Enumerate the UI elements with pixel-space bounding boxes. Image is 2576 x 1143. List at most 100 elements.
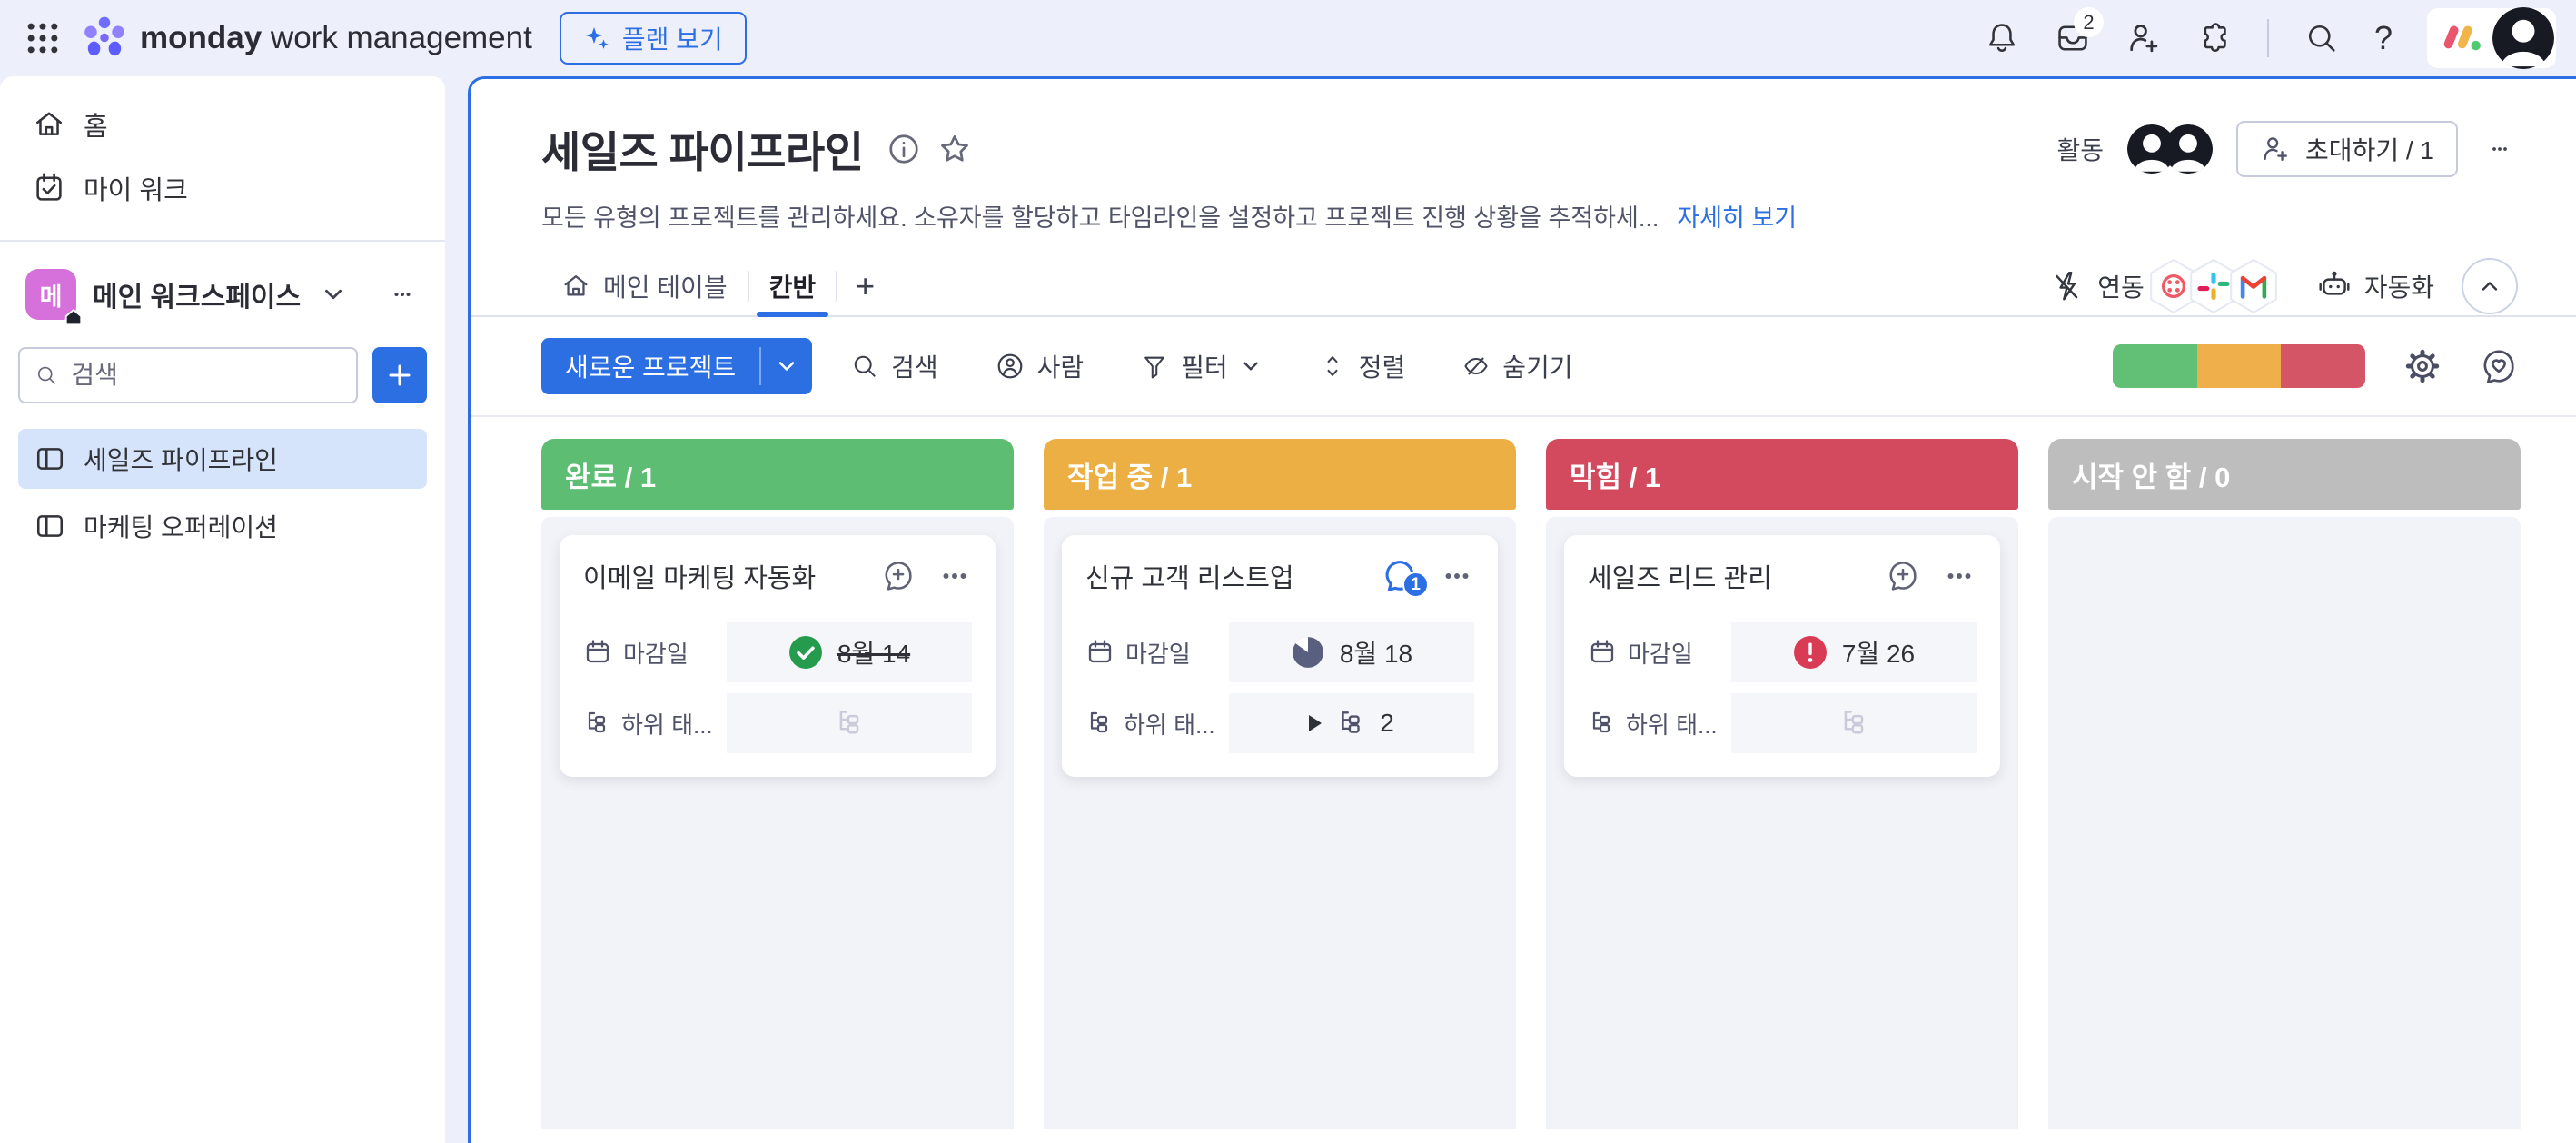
add-view-button[interactable]: +	[837, 267, 893, 305]
integrations-button[interactable]: 연동	[2050, 268, 2145, 304]
feedback-chat-heart-icon[interactable]	[2480, 347, 2518, 385]
column-body	[2048, 517, 2521, 1129]
subtasks-icon	[583, 710, 610, 737]
due-date-row: 마감일 7월 26	[1588, 622, 1977, 682]
board-icon	[35, 511, 65, 542]
invite-members-icon[interactable]	[2125, 20, 2162, 56]
sidebar: 홈 마이 워크 메 메인 워크스페이스	[0, 76, 445, 1143]
new-project-button[interactable]: 새로운 프로젝트	[541, 338, 812, 394]
sidebar-divider	[0, 240, 445, 242]
eye-slash-icon	[1461, 352, 1491, 381]
subtasks-cell[interactable]	[727, 693, 972, 753]
hide-button[interactable]: 숨기기	[1443, 339, 1590, 393]
user-avatar[interactable]	[2492, 7, 2554, 69]
chevron-down-icon	[1240, 355, 1262, 377]
kanban-column-not-started: 시작 안 함 / 0	[2048, 439, 2521, 1129]
view-tabs: 메인 테이블 칸반 + 연동	[471, 257, 2576, 317]
kanban-column-working: 작업 중 / 1 신규 고객 리스트업 1	[1044, 439, 1516, 1129]
favorite-star-icon[interactable]	[937, 132, 972, 166]
person-add-icon	[2260, 134, 2291, 164]
calendar-icon	[1588, 638, 1617, 667]
board-item-label: 마케팅 오퍼레이션	[84, 508, 278, 544]
card-menu-icon[interactable]	[937, 559, 972, 593]
collapse-header-button[interactable]	[2462, 258, 2518, 314]
sidebar-item-my-work[interactable]: 마이 워크	[18, 160, 427, 216]
add-comment-icon[interactable]	[1886, 559, 1920, 593]
due-date-cell[interactable]: 7월 26	[1731, 622, 1977, 682]
board-toolbar: 새로운 프로젝트 검색 사람 필터 정렬	[471, 317, 2576, 417]
help-icon[interactable]: ?	[2374, 19, 2393, 57]
sidebar-search[interactable]	[18, 347, 358, 403]
due-date-cell[interactable]: 8월 18	[1229, 622, 1474, 682]
board-description: 모든 유형의 프로젝트를 관리하세요. 소유자를 할당하고 타임라인을 설정하고…	[541, 198, 1659, 234]
activity-button[interactable]: 활동	[2057, 131, 2105, 167]
kanban-card[interactable]: 이메일 마케팅 자동화 마감일	[560, 535, 996, 777]
chevron-up-icon	[2478, 274, 2502, 298]
sidebar-search-input[interactable]	[71, 361, 342, 390]
topbar-divider	[2267, 19, 2269, 57]
workspace-menu-icon[interactable]	[385, 277, 420, 312]
comments-icon[interactable]: 1	[1382, 558, 1418, 594]
see-plans-button[interactable]: 플랜 보기	[560, 12, 747, 65]
notifications-bell-icon[interactable]	[1984, 20, 2020, 56]
board-menu-icon[interactable]	[2482, 131, 2518, 167]
subtasks-cell[interactable]	[1731, 693, 1977, 753]
plus-icon	[386, 362, 413, 389]
settings-gear-icon[interactable]	[2403, 347, 2442, 385]
subtasks-count: 2	[1380, 709, 1394, 738]
sidebar-item-home[interactable]: 홈	[18, 96, 427, 153]
search-icon	[35, 362, 58, 389]
automation-button[interactable]: 자동화	[2317, 268, 2434, 304]
card-menu-icon[interactable]	[1440, 559, 1474, 593]
add-board-button[interactable]	[372, 347, 427, 403]
card-title: 세일즈 리드 관리	[1588, 557, 1864, 595]
subtasks-row: 하위 태...	[1588, 693, 1977, 753]
subtasks-row: 하위 태... 2	[1085, 693, 1474, 753]
board-title[interactable]: 세일즈 파이프라인	[541, 117, 863, 180]
subtasks-empty-icon	[834, 708, 865, 739]
column-body: 이메일 마케팅 자동화 마감일	[541, 517, 1014, 1129]
active-tab-underline	[757, 312, 829, 317]
card-menu-icon[interactable]	[1942, 559, 1977, 593]
product-logo[interactable]: monday work management	[80, 14, 532, 63]
status-battery	[2113, 344, 2365, 388]
integrations-lightning-icon	[2050, 269, 2085, 303]
subtasks-row: 하위 태...	[583, 693, 972, 753]
tab-kanban[interactable]: 칸반	[749, 257, 837, 315]
global-search-icon[interactable]	[2304, 20, 2340, 56]
my-work-calendar-icon	[33, 172, 65, 204]
sidebar-board-marketing-ops[interactable]: 마케팅 오퍼레이션	[18, 496, 427, 556]
invite-button[interactable]: 초대하기 / 1	[2236, 121, 2458, 177]
home-icon	[561, 272, 590, 301]
filter-button[interactable]: 필터	[1122, 339, 1280, 393]
due-date-cell[interactable]: 8월 14	[727, 622, 972, 682]
inbox-icon[interactable]: 2	[2055, 20, 2091, 56]
due-date-value: 8월 18	[1340, 634, 1412, 671]
gmail-badge-icon[interactable]	[2228, 258, 2279, 314]
see-more-link[interactable]: 자세히 보기	[1677, 198, 1797, 234]
member-avatar	[2164, 124, 2213, 174]
kanban-column-stuck: 막힘 / 1 세일즈 리드 관리 마감일	[1546, 439, 2018, 1129]
person-filter-button[interactable]: 사람	[976, 339, 1103, 393]
monday-mark-icon	[2438, 15, 2485, 62]
add-comment-icon[interactable]	[881, 559, 916, 593]
comment-count-badge: 1	[1402, 572, 1429, 598]
apps-marketplace-icon[interactable]	[2196, 20, 2233, 56]
sort-button[interactable]: 정렬	[1300, 339, 1424, 393]
subtasks-cell[interactable]: 2	[1229, 693, 1474, 753]
apps-grid-icon[interactable]	[24, 19, 62, 57]
tab-main-table[interactable]: 메인 테이블	[541, 257, 748, 315]
expand-subtasks-icon[interactable]	[1309, 715, 1322, 731]
account-chip[interactable]	[2427, 8, 2556, 68]
kanban-card[interactable]: 세일즈 리드 관리 마감일	[1564, 535, 2000, 777]
workspace-row[interactable]: 메 메인 워크스페이스	[18, 269, 427, 320]
kanban-card[interactable]: 신규 고객 리스트업 1 마감일	[1062, 535, 1498, 777]
new-project-dropdown[interactable]	[761, 338, 812, 394]
activity-avatars[interactable]	[2127, 124, 2213, 174]
sidebar-board-sales-pipeline[interactable]: 세일즈 파이프라인	[18, 429, 427, 489]
board-icon	[35, 443, 65, 474]
info-icon[interactable]	[887, 132, 921, 166]
search-button[interactable]: 검색	[832, 339, 956, 393]
person-circle-icon	[995, 351, 1025, 382]
workspace-chevron-down-icon[interactable]	[321, 282, 346, 307]
